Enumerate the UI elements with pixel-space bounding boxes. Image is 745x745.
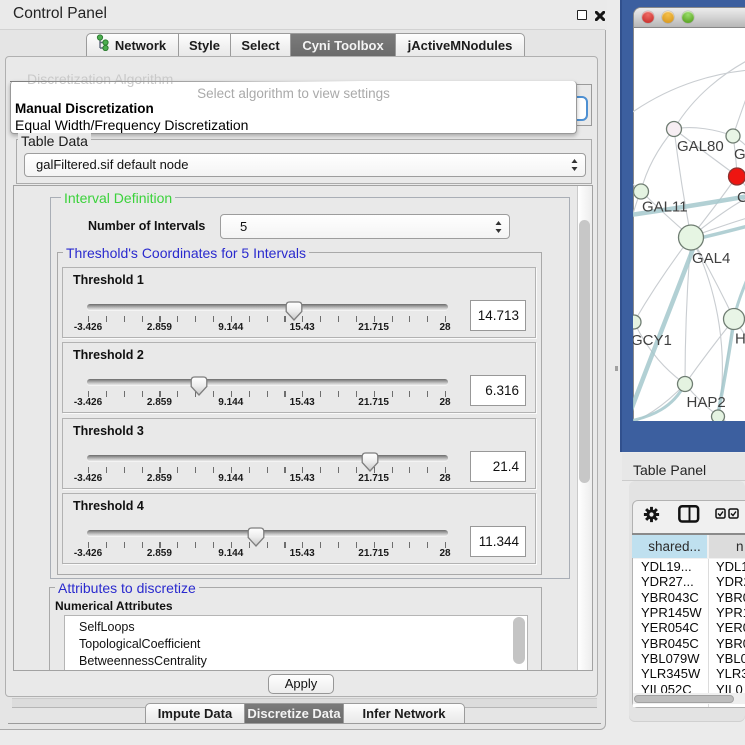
svg-text:GAL80: GAL80 xyxy=(677,138,724,155)
svg-text:C: C xyxy=(737,189,745,206)
svg-text:GA: GA xyxy=(734,146,745,163)
svg-text:GAL11: GAL11 xyxy=(642,199,688,216)
svg-text:H: H xyxy=(735,331,745,348)
svg-text:GCY1: GCY1 xyxy=(633,332,672,349)
svg-text:GAL4: GAL4 xyxy=(692,250,730,267)
svg-text:HAP2: HAP2 xyxy=(687,394,726,411)
